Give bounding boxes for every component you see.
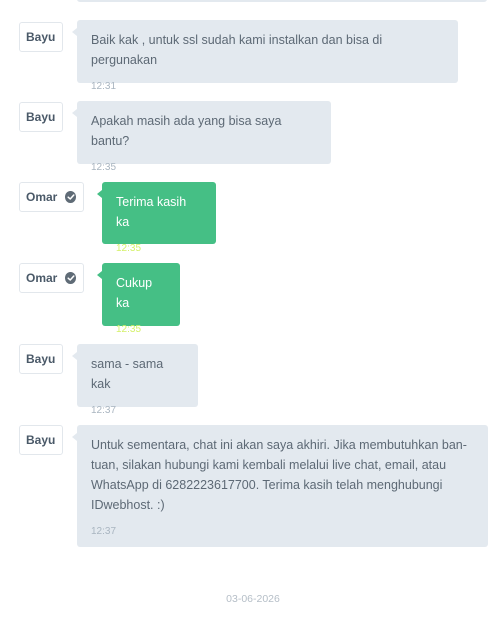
sender-tag: Omar — [19, 182, 84, 212]
sender-tag: Bayu — [19, 102, 64, 132]
message-bubble: Apakah masih ada yang bisa saya bantu? 1… — [72, 101, 331, 173]
sender-name: Bayu — [26, 433, 56, 447]
message-text: Cukup ka — [116, 276, 153, 310]
message-bubble: sama - sama kak 12:37 — [72, 344, 198, 416]
message-text: Apakah masih ada yang bisa saya bantu? — [91, 114, 282, 148]
sender-name: Omar — [26, 271, 58, 285]
sender-name: Bayu — [26, 30, 56, 44]
message-bubble: Untuk sementara, chat ini akan saya akhi… — [72, 425, 488, 547]
message-text: Baik kak , untuk ssl sudah kami instalka… — [91, 33, 383, 67]
message-text: Untuk sementara, chat ini akan saya akhi… — [91, 438, 467, 512]
message-time: 12:37 — [91, 405, 117, 416]
message-text: sama - sama kak — [91, 357, 164, 391]
message-time: 12:31 — [91, 81, 117, 92]
check-circle-icon — [65, 272, 76, 284]
sender-name: Bayu — [26, 110, 56, 124]
sender-name: Omar — [26, 190, 58, 204]
message-bubble: Terima kasih ka 12:35 — [97, 182, 216, 254]
message-time: 12:37 — [91, 526, 117, 537]
message-bubble: Cukup ka 12:35 — [97, 263, 180, 335]
message-time: 12:35 — [116, 243, 142, 254]
message-time: 12:35 — [116, 324, 142, 335]
sender-tag: Bayu — [19, 344, 64, 374]
sender-tag: Bayu — [19, 22, 64, 52]
sender-tag: Omar — [19, 263, 84, 293]
previous-message-edge — [77, 0, 487, 2]
sender-name: Bayu — [26, 352, 56, 366]
chat-date: 03-06-2026 — [226, 593, 280, 605]
sender-tag: Bayu — [19, 425, 64, 455]
check-circle-icon — [65, 191, 76, 203]
message-time: 12:35 — [91, 162, 117, 173]
message-text: Terima kasih ka — [116, 195, 187, 229]
message-bubble: Baik kak , untuk ssl sudah kami instalka… — [72, 20, 458, 92]
